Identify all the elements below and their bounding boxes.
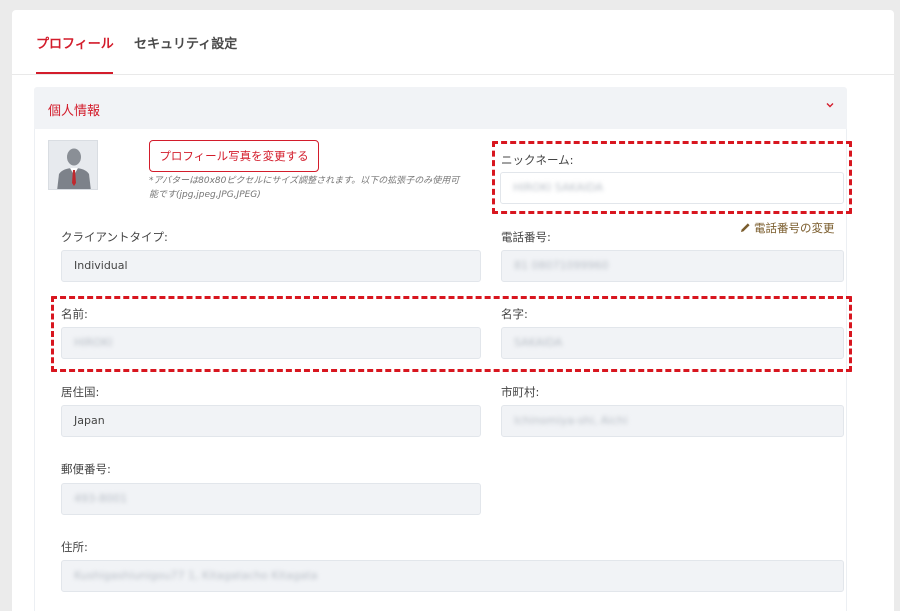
section-title: 個人情報: [48, 104, 101, 119]
tab-bar: プロフィール セキュリティ設定: [12, 10, 894, 75]
active-tab-indicator: [36, 72, 113, 74]
change-phone-link[interactable]: 電話番号の変更: [740, 220, 835, 236]
postal-code-field[interactable]: 493-8001: [61, 483, 481, 515]
city-field[interactable]: Ichinomiya-shi, Aichi: [501, 405, 844, 437]
photo-note: *アバターは80x80ピクセルにサイズ調整されます。以下の拡張子のみ使用可 能で…: [149, 174, 484, 202]
country-value: Japan: [74, 414, 105, 427]
city-value: Ichinomiya-shi, Aichi: [514, 414, 628, 427]
address-field[interactable]: Kushigashiunigou77 1, Kitagatacho Kitaga…: [61, 560, 844, 592]
address-label: 住所:: [61, 540, 88, 554]
phone-field[interactable]: 81 08071099960: [501, 250, 844, 282]
client-type-field[interactable]: Individual: [61, 250, 481, 282]
country-field[interactable]: Japan: [61, 405, 481, 437]
client-type-label: クライアントタイプ:: [61, 230, 168, 244]
nickname-highlight-box: [492, 141, 852, 214]
phone-label: 電話番号:: [501, 230, 551, 244]
phone-value: 81 08071099960: [514, 259, 609, 272]
tab-profile[interactable]: プロフィール: [36, 33, 114, 52]
client-type-value: Individual: [74, 259, 128, 272]
country-label: 居住国:: [61, 385, 100, 399]
tab-security[interactable]: セキュリティ設定: [134, 33, 237, 52]
change-phone-label: 電話番号の変更: [754, 221, 835, 235]
pencil-icon: [741, 223, 750, 232]
chevron-down-icon[interactable]: [825, 100, 835, 110]
postal-code-label: 郵便番号:: [61, 462, 111, 476]
photo-note-line2: 能です(jpg,jpeg,JPG,JPEG): [149, 190, 261, 200]
city-label: 市町村:: [501, 385, 540, 399]
personal-info-header[interactable]: 個人情報: [34, 87, 847, 129]
address-value: Kushigashiunigou77 1, Kitagatacho Kitaga…: [74, 569, 318, 582]
photo-note-line1: *アバターは80x80ピクセルにサイズ調整されます。以下の拡張子のみ使用可: [149, 176, 460, 186]
avatar: [48, 140, 98, 190]
name-highlight-box: [51, 296, 852, 372]
avatar-icon: [49, 141, 97, 189]
postal-code-value: 493-8001: [74, 492, 127, 505]
change-photo-button[interactable]: プロフィール写真を変更する: [149, 140, 319, 172]
